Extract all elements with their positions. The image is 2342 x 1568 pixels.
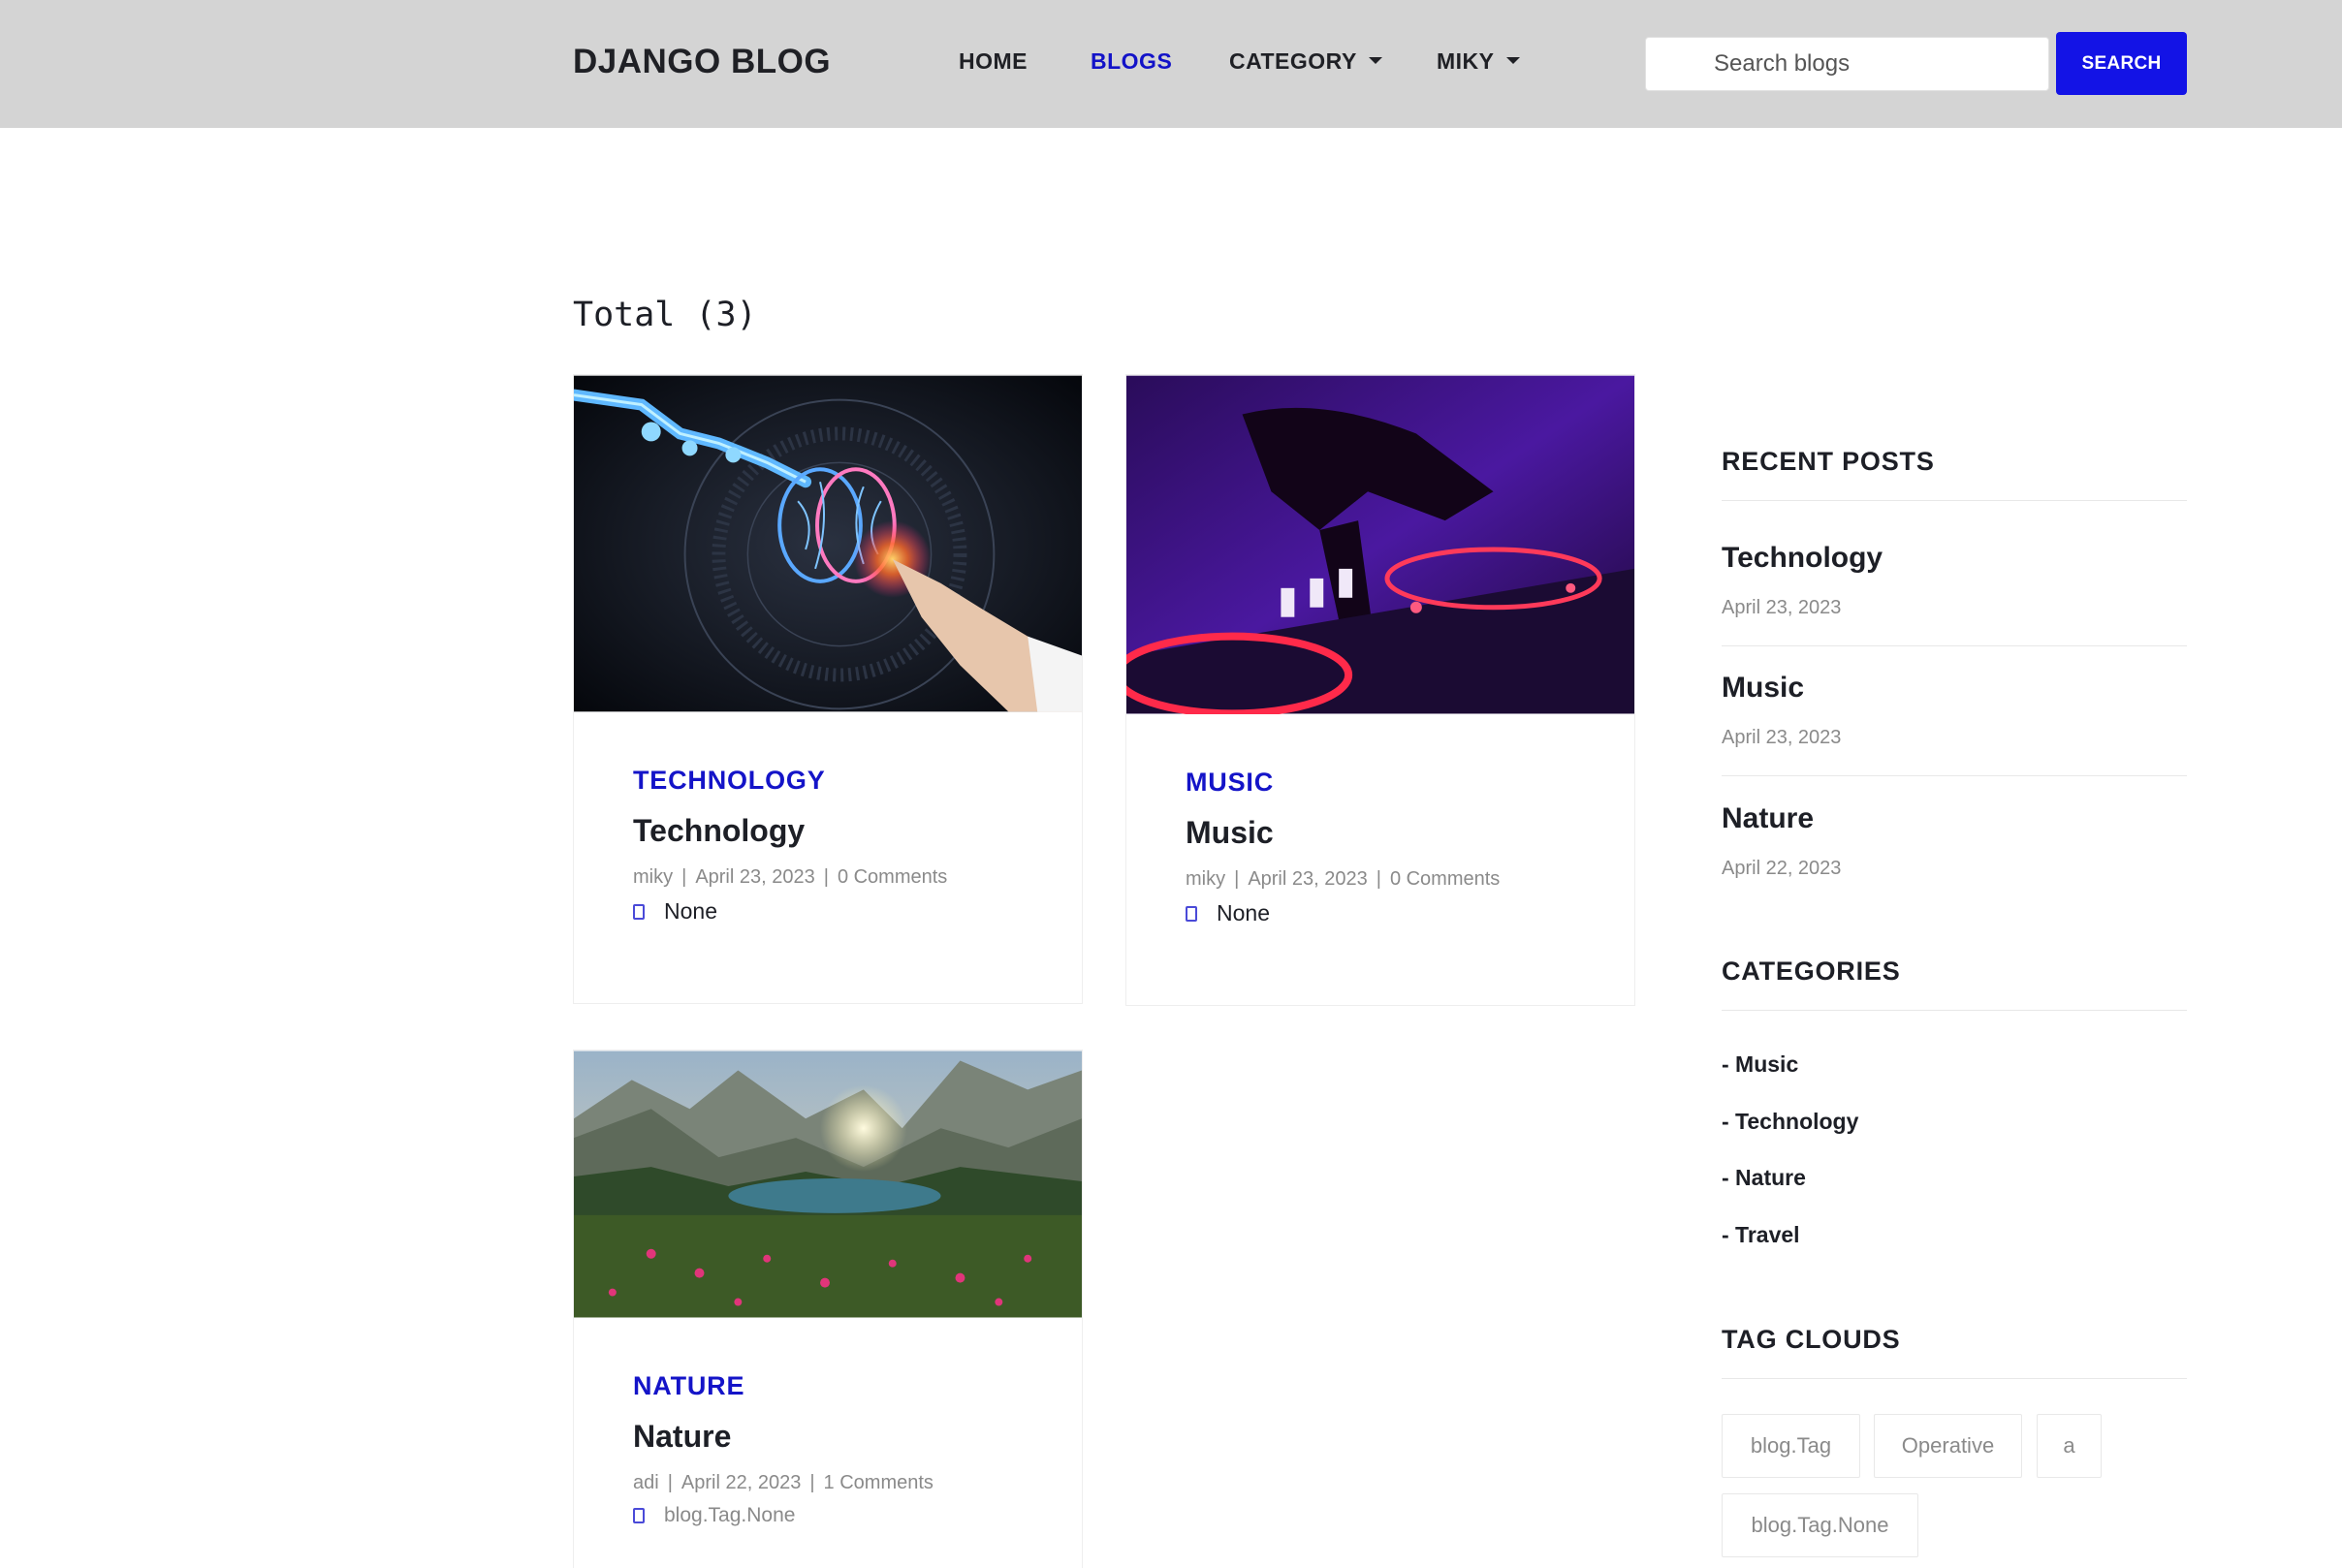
mountain-lake-image[interactable] xyxy=(574,1051,1082,1318)
meta-separator: | xyxy=(1234,868,1240,890)
tag-chip[interactable]: blog.Tag.None xyxy=(1722,1493,1918,1557)
recent-post-title[interactable]: Nature xyxy=(1722,802,1814,835)
divider xyxy=(1722,645,2187,646)
recent-post-date: April 22, 2023 xyxy=(1722,858,1842,879)
post-author[interactable]: miky xyxy=(633,866,673,889)
tag-chip[interactable]: blog.Tag xyxy=(1722,1414,1860,1478)
meta-separator: | xyxy=(809,1472,815,1493)
nav-blogs[interactable]: BLOGS xyxy=(1091,48,1172,75)
post-category[interactable]: NATURE xyxy=(633,1371,1082,1401)
post-tags: None xyxy=(633,898,1082,925)
nav-user-dropdown[interactable]: MIKY xyxy=(1437,48,1520,75)
post-card-body: TECHNOLOGY Technology miky | April 23, 202… xyxy=(574,712,1082,925)
tag-icon xyxy=(633,1508,645,1523)
dj-turntable-image[interactable] xyxy=(1126,375,1634,714)
post-comments[interactable]: 0 Comments xyxy=(838,866,947,889)
recent-post-title[interactable]: Music xyxy=(1722,672,1804,705)
divider xyxy=(1722,1010,2187,1011)
chevron-down-icon xyxy=(1368,57,1382,65)
search-input[interactable] xyxy=(1645,37,2049,91)
chevron-down-icon xyxy=(1505,57,1520,65)
recent-post-title[interactable]: Technology xyxy=(1722,542,1883,575)
nav-user-label: MIKY xyxy=(1437,48,1495,74)
post-date: April 23, 2023 xyxy=(1248,868,1368,890)
recent-post-date: April 23, 2023 xyxy=(1722,727,1842,748)
nav-category-dropdown[interactable]: CATEGORY xyxy=(1229,48,1382,75)
post-card-body: NATURE Nature adi | April 22, 2023 | 1 Comme… xyxy=(574,1318,1082,1527)
site-brand[interactable]: DJANGO BLOG xyxy=(573,43,831,81)
post-date: April 22, 2023 xyxy=(680,1472,802,1493)
category-link[interactable]: - Nature xyxy=(1722,1165,1806,1191)
page: DJANGO BLOG HOME BLOGS CATEGORY MIKY SEA… xyxy=(0,0,2342,1568)
meta-separator: | xyxy=(667,1472,673,1493)
meta-separator: | xyxy=(681,866,687,888)
post-meta: adi | April 22, 2023 | 1 Comments xyxy=(633,1472,1082,1494)
post-comments[interactable]: 0 Comments xyxy=(1390,868,1500,891)
top-navbar: DJANGO BLOG HOME BLOGS CATEGORY MIKY SEA… xyxy=(0,0,2342,128)
post-tags-value[interactable]: blog.Tag.None xyxy=(664,1504,795,1527)
tag-clouds-heading: TAG CLOUDS xyxy=(1722,1325,1901,1354)
divider xyxy=(1722,500,2187,501)
meta-separator: | xyxy=(823,866,829,888)
divider xyxy=(1722,775,2187,776)
tag-icon xyxy=(633,903,645,920)
post-meta: miky | April 23, 2023 | 0 Comments xyxy=(633,866,1082,889)
post-card: MUSIC Music miky | April 23, 2023 | 0 Commen… xyxy=(1125,374,1635,1006)
post-author[interactable]: miky xyxy=(1186,868,1225,891)
categories-heading: CATEGORIES xyxy=(1722,956,1901,986)
post-meta: miky | April 23, 2023 | 0 Comments xyxy=(1186,868,1634,891)
nav-category-label: CATEGORY xyxy=(1229,48,1357,74)
brain-touch-image[interactable] xyxy=(574,375,1082,712)
category-link[interactable]: - Music xyxy=(1722,1051,1798,1078)
post-tags-value[interactable]: None xyxy=(664,898,717,925)
posts-total-count: Total (3) xyxy=(573,296,757,334)
post-tags: blog.Tag.None xyxy=(633,1504,1082,1527)
post-category[interactable]: TECHNOLOGY xyxy=(633,766,1082,796)
post-title[interactable]: Music xyxy=(1186,815,1634,851)
recent-posts-heading: RECENT POSTS xyxy=(1722,447,1935,476)
post-author[interactable]: adi xyxy=(633,1472,659,1494)
post-title[interactable]: Technology xyxy=(633,813,1082,849)
category-link[interactable]: - Travel xyxy=(1722,1222,1800,1248)
post-card-body: MUSIC Music miky | April 23, 2023 | 0 Commen… xyxy=(1126,714,1634,926)
post-date: April 23, 2023 xyxy=(695,866,815,888)
post-tags-value[interactable]: None xyxy=(1217,900,1270,926)
post-comments[interactable]: 1 Comments xyxy=(824,1472,934,1494)
post-category[interactable]: MUSIC xyxy=(1186,768,1634,798)
tag-icon xyxy=(1186,905,1197,922)
divider xyxy=(1722,1378,2187,1379)
tag-chip[interactable]: a xyxy=(2037,1414,2102,1478)
nav-home[interactable]: HOME xyxy=(959,48,1028,75)
post-tags: None xyxy=(1186,900,1634,926)
meta-separator: | xyxy=(1376,868,1381,890)
post-title[interactable]: Nature xyxy=(633,1419,1082,1455)
recent-post-date: April 23, 2023 xyxy=(1722,597,1842,618)
category-link[interactable]: - Technology xyxy=(1722,1109,1858,1135)
search-button[interactable]: SEARCH xyxy=(2056,32,2187,95)
post-card: TECHNOLOGY Technology miky | April 23, 202… xyxy=(573,374,1083,1004)
post-card: NATURE Nature adi | April 22, 2023 | 1 Comme… xyxy=(573,1050,1083,1568)
tag-chip[interactable]: Operative xyxy=(1874,1414,2022,1478)
